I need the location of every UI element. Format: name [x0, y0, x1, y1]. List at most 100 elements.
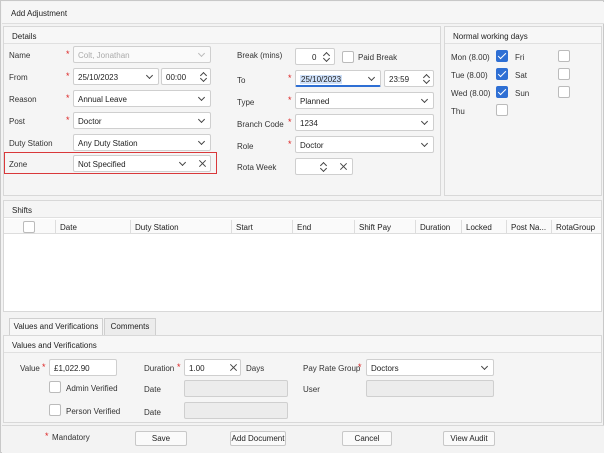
save-button[interactable]: Save [135, 431, 187, 446]
cancel-button[interactable]: Cancel [342, 431, 392, 446]
chevron-down-icon [198, 51, 205, 58]
duty-station-select[interactable]: Any Duty Station [73, 134, 211, 151]
column-header-rota-group[interactable]: RotaGroup [552, 220, 601, 234]
day-checkbox-sat[interactable] [558, 68, 570, 80]
admin-verified-label: Admin Verified [66, 384, 118, 393]
tab-comments[interactable]: Comments [104, 318, 156, 335]
reason-select[interactable]: Annual Leave [73, 90, 211, 107]
tab-values-and-verifications[interactable]: Values and Verifications [9, 318, 103, 335]
paid-break-checkbox[interactable] [342, 51, 354, 63]
required-marker: * [42, 362, 46, 372]
chevron-down-icon [421, 141, 428, 148]
chevron-down-icon[interactable] [368, 75, 375, 82]
type-label: Type [237, 98, 255, 107]
rota-week-input[interactable] [295, 158, 353, 175]
day-checkbox-fri[interactable] [558, 50, 570, 62]
column-header-locked[interactable]: Locked [462, 220, 507, 234]
from-date-input[interactable]: 25/10/2023 [73, 68, 159, 85]
clear-icon[interactable] [198, 159, 207, 168]
chevron-down-icon [198, 117, 205, 124]
column-header-shift-pay[interactable]: Shift Pay [355, 220, 416, 234]
day-checkbox-sun[interactable] [558, 86, 570, 98]
value-input[interactable]: £1,022.90 [49, 359, 117, 376]
required-marker: * [288, 73, 292, 83]
chevron-down-icon [198, 139, 205, 146]
role-select[interactable]: Doctor [295, 136, 434, 153]
person-verified-date-label: Date [144, 408, 161, 417]
to-date-input[interactable]: 25/10/2023 [295, 70, 381, 87]
admin-verified-checkbox[interactable] [49, 381, 61, 393]
zone-select[interactable]: Not Specified [73, 155, 211, 172]
break-input[interactable]: 0 [295, 48, 335, 65]
clear-icon[interactable] [229, 363, 238, 372]
duration-label: Duration [144, 364, 175, 373]
required-marker: * [66, 115, 70, 125]
column-header-post-name[interactable]: Post Na... [507, 220, 552, 234]
working-days-panel: Normal working days [444, 26, 602, 196]
admin-verified-date-field [184, 380, 288, 397]
select-all-checkbox[interactable] [23, 221, 35, 233]
chevron-down-icon [198, 95, 205, 102]
admin-verified-date-label: Date [144, 385, 161, 394]
column-header-duty-station[interactable]: Duty Station [131, 220, 232, 234]
duration-input[interactable]: 1.00 [184, 359, 241, 376]
from-label: From [9, 73, 28, 82]
day-checkbox-mon[interactable] [496, 50, 508, 62]
chevron-down-icon [481, 364, 488, 371]
details-title: Details [12, 32, 37, 41]
values-title: Values and Verifications [12, 341, 97, 350]
spinner-icon[interactable] [199, 70, 208, 84]
from-time-input[interactable]: 00:00 [161, 68, 211, 85]
add-adjustment-window: Add Adjustment Details Name * Colt, Jona… [0, 0, 604, 453]
column-header-duration[interactable]: Duration [416, 220, 462, 234]
reason-label: Reason [9, 95, 37, 104]
column-header-date[interactable]: Date [56, 220, 131, 234]
branch-code-select[interactable]: 1234 [295, 114, 434, 131]
day-label-mon: Mon (8.00) [451, 53, 490, 62]
user-field [366, 380, 494, 397]
required-marker: * [66, 49, 70, 59]
day-checkbox-thu[interactable] [496, 104, 508, 116]
spinner-icon[interactable] [319, 160, 328, 174]
pay-rate-group-label: Pay Rate Group [303, 364, 361, 373]
person-verified-label: Person Verified [66, 407, 121, 416]
rota-week-label: Rota Week [237, 163, 277, 172]
to-label: To [237, 76, 246, 85]
name-select[interactable]: Colt, Jonathan [73, 46, 211, 63]
window-title: Add Adjustment [11, 9, 68, 18]
footer-bar [2, 425, 604, 453]
shifts-panel: Shifts [3, 200, 602, 312]
to-time-input[interactable]: 23:59 [384, 70, 434, 87]
spinner-icon[interactable] [422, 72, 431, 86]
day-label-tue: Tue (8.00) [451, 71, 488, 80]
pay-rate-group-select[interactable]: Doctors [366, 359, 494, 376]
spinner-icon[interactable] [322, 50, 331, 64]
day-label-sun: Sun [515, 89, 530, 98]
paid-break-label: Paid Break [358, 53, 398, 62]
day-checkbox-tue[interactable] [496, 68, 508, 80]
title-bar: Add Adjustment [2, 2, 604, 24]
mandatory-note: Mandatory [52, 433, 90, 442]
shifts-title: Shifts [12, 206, 33, 215]
view-audit-button[interactable]: View Audit [443, 431, 495, 446]
post-select[interactable]: Doctor [73, 112, 211, 129]
chevron-down-icon[interactable] [179, 160, 186, 167]
branch-code-label: Branch Code [237, 120, 284, 129]
required-marker: * [288, 139, 292, 149]
add-document-button[interactable]: Add Document [230, 431, 286, 446]
column-header-start[interactable]: Start [232, 220, 293, 234]
required-marker: * [66, 71, 70, 81]
column-header-end[interactable]: End [293, 220, 355, 234]
zone-label: Zone [9, 160, 28, 169]
required-marker: * [45, 431, 49, 441]
day-label-sat: Sat [515, 71, 528, 80]
chevron-down-icon[interactable] [146, 73, 153, 80]
chevron-down-icon [421, 119, 428, 126]
select-all-column [4, 220, 56, 234]
type-select[interactable]: Planned [295, 92, 434, 109]
day-checkbox-wed[interactable] [496, 86, 508, 98]
value-label: Value [20, 364, 40, 373]
clear-icon[interactable] [339, 162, 348, 171]
person-verified-checkbox[interactable] [49, 404, 61, 416]
required-marker: * [288, 117, 292, 127]
